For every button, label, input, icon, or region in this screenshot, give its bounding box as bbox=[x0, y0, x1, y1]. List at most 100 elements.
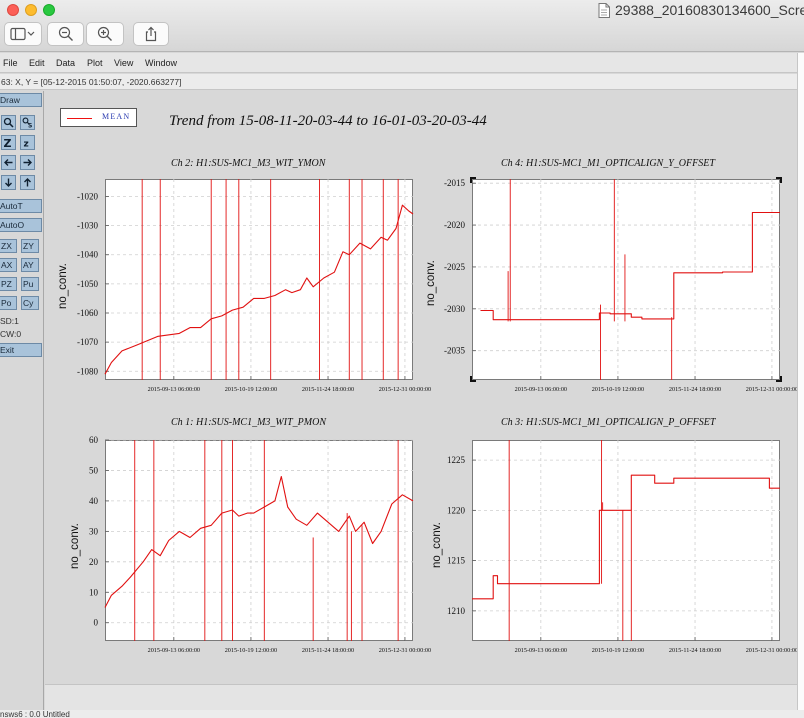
legend: MEAN bbox=[60, 108, 137, 127]
x-tick-label-ch1: 2015-12-31 00:00:00 bbox=[379, 647, 431, 654]
zoom-z-icon: Z bbox=[4, 137, 12, 148]
magnify-text-icon: S bbox=[22, 117, 32, 129]
y-tick-label-ch3: 1220 bbox=[447, 505, 466, 515]
arrow-up-icon bbox=[24, 178, 31, 187]
y-tick-label-ch3: 1210 bbox=[447, 606, 466, 616]
coordinate-readout: 63: X, Y = [05-12-2015 01:50:07, -2020.6… bbox=[0, 74, 804, 90]
y-axis-label-ch2: no_conv. bbox=[57, 263, 69, 309]
y-tick-label-ch2: -1040 bbox=[77, 250, 98, 260]
zoom-in-icon bbox=[97, 26, 112, 41]
sd-label: SD:1 bbox=[0, 316, 19, 326]
y-tick-label-ch1: 50 bbox=[89, 465, 99, 475]
zoom-in-button[interactable] bbox=[86, 22, 124, 46]
sidebar-toggle-button[interactable] bbox=[4, 22, 42, 46]
window-titlebar: 29388_20160830134600_Scre bbox=[0, 0, 804, 52]
y-tick-label-ch1: 20 bbox=[89, 557, 99, 567]
y-tick-label-ch1: 10 bbox=[89, 587, 99, 597]
minimize-window-button[interactable] bbox=[25, 4, 37, 16]
selection-corner-tl[interactable] bbox=[470, 177, 476, 183]
zoom-z-button[interactable]: Z bbox=[1, 135, 16, 150]
menu-edit[interactable]: Edit bbox=[29, 58, 45, 68]
exit-button[interactable]: Exit bbox=[0, 343, 42, 357]
y-tick-label-ch4: -2015 bbox=[444, 178, 465, 188]
po-button[interactable]: Po bbox=[0, 296, 17, 310]
y-tick-label-ch4: -2020 bbox=[444, 220, 465, 230]
zoom-out-button[interactable] bbox=[47, 22, 84, 46]
svg-text:Z: Z bbox=[4, 137, 12, 148]
pan-down-button[interactable] bbox=[1, 175, 16, 190]
x-tick-label-ch3: 2015-11-24 18:00:00 bbox=[669, 647, 721, 654]
menu-view[interactable]: View bbox=[114, 58, 133, 68]
x-tick-label-ch4: 2015-11-24 18:00:00 bbox=[669, 386, 721, 393]
x-tick-label-ch4: 2015-10-19 12:00:00 bbox=[592, 386, 644, 393]
zx-button[interactable]: ZX bbox=[0, 239, 17, 253]
series-line-ch3 bbox=[472, 474, 780, 600]
y-tick-label-ch1: 0 bbox=[94, 618, 99, 628]
y-tick-label-ch1: 40 bbox=[89, 496, 99, 506]
x-tick-label-ch3: 2015-12-31 00:00:00 bbox=[746, 647, 798, 654]
y-tick-label-ch4: -2025 bbox=[444, 262, 465, 272]
x-tick-label-ch3: 2015-09-13 06:00:00 bbox=[515, 647, 567, 654]
y-axis-label-ch1: no_conv. bbox=[69, 523, 81, 569]
magnify-icon bbox=[3, 117, 14, 128]
document-title-area: 29388_20160830134600_Scre bbox=[598, 0, 804, 20]
menu-file[interactable]: File bbox=[3, 58, 18, 68]
pu-button[interactable]: Pu bbox=[21, 277, 39, 291]
arrow-right-icon bbox=[23, 159, 32, 166]
selection-corner-bl[interactable] bbox=[470, 376, 476, 382]
legend-label: MEAN bbox=[102, 112, 131, 121]
menu-plot[interactable]: Plot bbox=[87, 58, 103, 68]
y-tick-label-ch1: 30 bbox=[89, 526, 99, 536]
share-icon bbox=[145, 26, 157, 42]
svg-text:S: S bbox=[28, 123, 32, 129]
x-tick-label-ch1: 2015-10-19 12:00:00 bbox=[225, 647, 277, 654]
close-window-button[interactable] bbox=[7, 4, 19, 16]
plot-ch3[interactable]: 2015-09-13 06:00:00 2015-10-19 12:00:00 20… bbox=[447, 440, 798, 654]
y-tick-label-ch4: -2035 bbox=[444, 346, 465, 356]
zoom-z-small-icon: z bbox=[24, 140, 29, 149]
series-line-ch4 bbox=[480, 211, 780, 321]
zoom-z-small-button[interactable]: z bbox=[20, 135, 35, 150]
plot-canvas[interactable]: MEAN Trend from 15-08-11-20-03-44 to 16-… bbox=[46, 91, 798, 684]
window-title: 29388_20160830134600_Scre bbox=[615, 2, 804, 18]
plot-ch2[interactable]: 2015-09-13 06:00:00 2015-10-19 12:00:00 20… bbox=[77, 179, 431, 393]
cy-button[interactable]: Cy bbox=[21, 296, 39, 310]
menu-window[interactable]: Window bbox=[145, 58, 177, 68]
x-tick-label-ch1: 2015-11-24 18:00:00 bbox=[302, 647, 354, 654]
y-tick-label-ch3: 1215 bbox=[447, 556, 466, 566]
x-tick-label-ch1: 2015-09-13 06:00:00 bbox=[148, 647, 200, 654]
pz-button[interactable]: PZ bbox=[0, 277, 17, 291]
plot-title-ch3: Ch 3: H1:SUS-MC1_M1_OPTICALIGN_P_OFFSET bbox=[501, 417, 716, 428]
plot-ch4[interactable]: 2015-09-13 06:00:00 2015-10-19 12:00:00 20… bbox=[444, 178, 798, 393]
draw-button[interactable]: Draw bbox=[0, 93, 42, 107]
magnify-button[interactable] bbox=[1, 115, 16, 130]
plot-ch1[interactable]: 2015-09-13 06:00:00 2015-10-19 12:00:00 20… bbox=[89, 435, 431, 654]
right-scroll-strip bbox=[797, 53, 804, 713]
series-line-ch2 bbox=[104, 204, 414, 375]
y-axis-label-ch4: no_conv. bbox=[425, 260, 437, 306]
arrow-down-icon bbox=[5, 178, 12, 187]
selection-corner-tr[interactable] bbox=[776, 177, 782, 183]
plot-title-ch1: Ch 1: H1:SUS-MC1_M3_WIT_PMON bbox=[171, 417, 326, 428]
magnify-text-button[interactable]: S bbox=[20, 115, 35, 130]
x-tick-label-ch4: 2015-12-31 00:00:00 bbox=[746, 386, 798, 393]
y-tick-label-ch2: -1020 bbox=[77, 191, 98, 201]
menu-data[interactable]: Data bbox=[56, 58, 75, 68]
share-button[interactable] bbox=[133, 22, 169, 46]
pan-left-button[interactable] bbox=[1, 155, 16, 170]
trend-title: Trend from 15-08-11-20-03-44 to 16-01-03… bbox=[169, 113, 487, 129]
pan-up-button[interactable] bbox=[20, 175, 35, 190]
autot-button[interactable]: AutoT bbox=[0, 199, 42, 213]
maximize-window-button[interactable] bbox=[43, 4, 55, 16]
plot-title-ch4: Ch 4: H1:SUS-MC1_M1_OPTICALIGN_Y_OFFSET bbox=[501, 158, 715, 169]
pan-right-button[interactable] bbox=[20, 155, 35, 170]
y-tick-label-ch2: -1030 bbox=[77, 221, 98, 231]
zy-button[interactable]: ZY bbox=[21, 239, 39, 253]
selection-corner-br[interactable] bbox=[776, 376, 782, 382]
series-line-ch1 bbox=[104, 475, 414, 608]
document-icon bbox=[598, 2, 610, 18]
ay-button[interactable]: AY bbox=[21, 258, 39, 272]
x-tick-label-ch2: 2015-11-24 18:00:00 bbox=[302, 386, 354, 393]
ax-button[interactable]: AX bbox=[0, 258, 17, 272]
autoo-button[interactable]: AutoO bbox=[0, 218, 42, 232]
